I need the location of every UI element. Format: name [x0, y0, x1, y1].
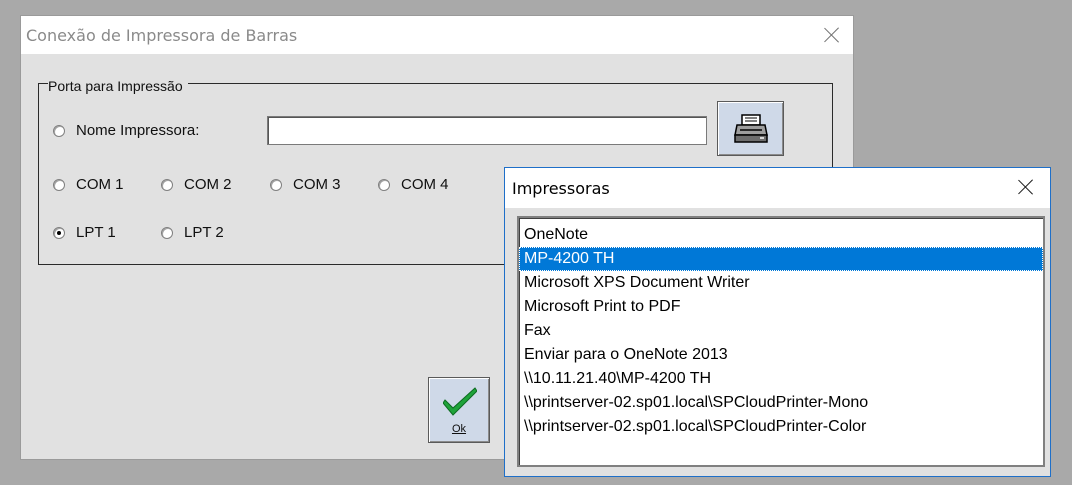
radio-lpt-2-indicator[interactable]	[161, 226, 173, 239]
list-item[interactable]: Microsoft Print to PDF	[519, 295, 1043, 319]
select-printer-button[interactable]	[717, 101, 784, 156]
radio-com-2-indicator[interactable]	[161, 178, 173, 191]
radio-lpt-1[interactable]: LPT 1	[53, 224, 116, 241]
radio-com-4-label: COM 4	[401, 176, 449, 193]
radio-printer-name-indicator[interactable]	[53, 124, 65, 137]
checkmark-icon	[443, 387, 477, 416]
radio-printer-name[interactable]: Nome Impressora:	[53, 122, 199, 139]
list-item[interactable]: \\printserver-02.sp01.local\SPCloudPrint…	[519, 391, 1043, 415]
printers-window-title: Impressoras	[512, 179, 610, 198]
close-icon[interactable]	[1017, 178, 1035, 196]
list-item[interactable]: OneNote	[519, 223, 1043, 247]
printer-icon	[734, 114, 768, 143]
list-item[interactable]: \\printserver-02.sp01.local\SPCloudPrint…	[519, 415, 1043, 439]
list-item[interactable]: Microsoft XPS Document Writer	[519, 271, 1043, 295]
printers-title-bar[interactable]: Impressoras	[505, 168, 1050, 208]
title-bar[interactable]: Conexão de Impressora de Barras	[21, 16, 853, 54]
window-title: Conexão de Impressora de Barras	[26, 26, 298, 45]
radio-lpt-2-label: LPT 2	[184, 224, 224, 241]
list-item[interactable]: Fax	[519, 319, 1043, 343]
radio-printer-name-label: Nome Impressora:	[76, 122, 200, 139]
printers-window: Impressoras OneNote MP-4200 TH Microsoft…	[504, 167, 1051, 477]
radio-com-2[interactable]: COM 2	[161, 176, 232, 193]
close-icon[interactable]	[823, 26, 841, 44]
radio-lpt-1-label: LPT 1	[76, 224, 116, 241]
radio-com-3-label: COM 3	[293, 176, 341, 193]
list-item[interactable]: Enviar para o OneNote 2013	[519, 343, 1043, 367]
printer-list[interactable]: OneNote MP-4200 TH Microsoft XPS Documen…	[517, 216, 1045, 467]
radio-com-4[interactable]: COM 4	[378, 176, 449, 193]
print-port-group-label: Porta para Impressão	[48, 78, 188, 94]
radio-com-4-indicator[interactable]	[378, 178, 390, 191]
radio-com-1[interactable]: COM 1	[53, 176, 124, 193]
radio-com-1-indicator[interactable]	[53, 178, 65, 191]
printer-name-input[interactable]	[267, 116, 707, 145]
list-item[interactable]: \\10.11.21.40\MP-4200 TH	[519, 367, 1043, 391]
list-item-selected[interactable]: MP-4200 TH	[519, 247, 1043, 271]
ok-button[interactable]: Ok	[428, 377, 490, 443]
radio-com-2-label: COM 2	[184, 176, 232, 193]
radio-lpt-2[interactable]: LPT 2	[161, 224, 224, 241]
radio-com-1-label: COM 1	[76, 176, 124, 193]
radio-lpt-1-indicator[interactable]	[53, 226, 65, 239]
radio-com-3-indicator[interactable]	[270, 178, 282, 191]
radio-com-3[interactable]: COM 3	[270, 176, 341, 193]
ok-button-label: Ok	[451, 423, 467, 435]
